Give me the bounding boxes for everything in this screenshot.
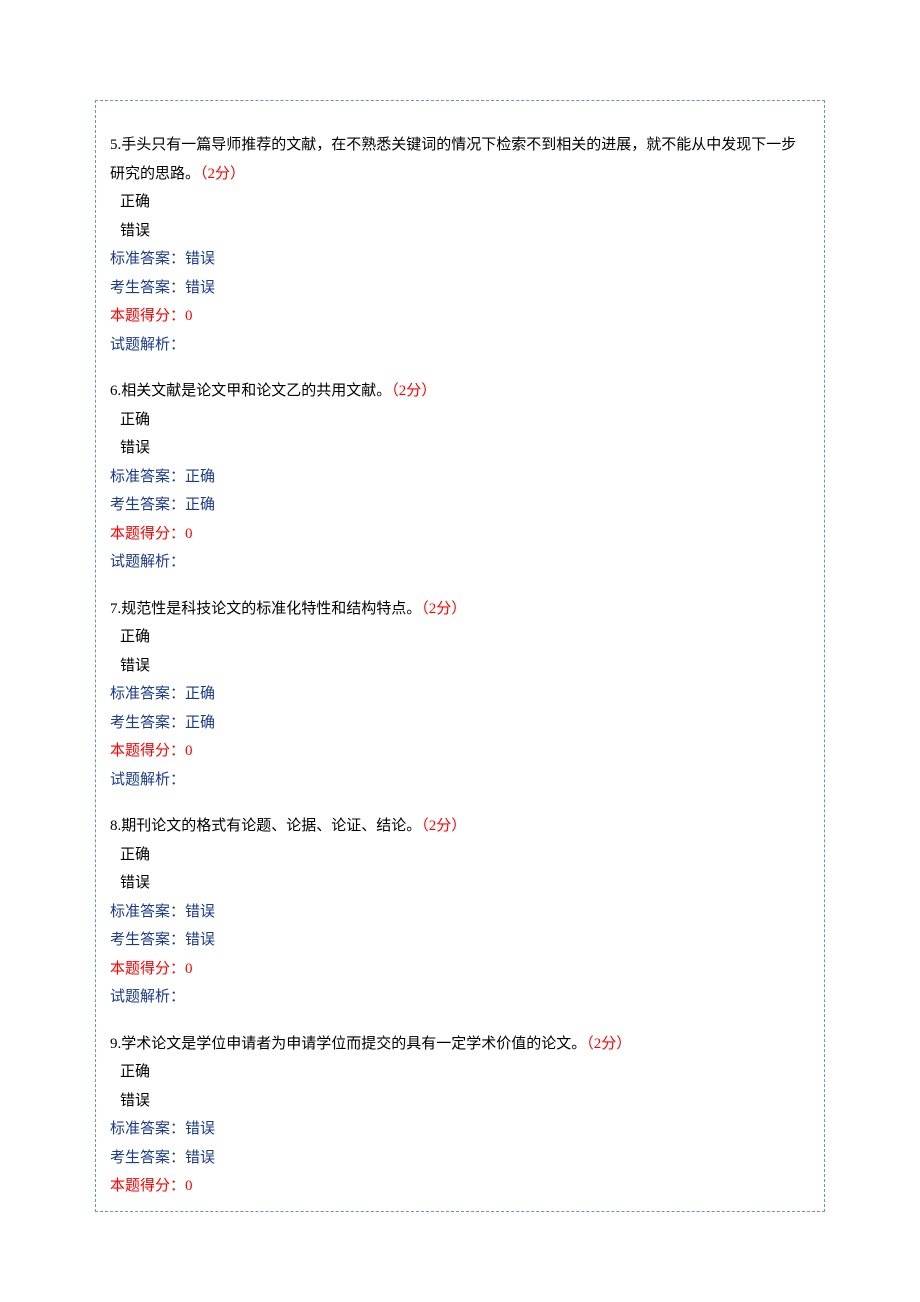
student-answer-value: 正确	[185, 715, 215, 731]
student-answer-line: 考生答案：错误	[110, 274, 810, 303]
question-points: （2分）	[421, 601, 466, 617]
analysis-label: 试题解析：	[110, 337, 185, 353]
analysis-label: 试题解析：	[110, 554, 185, 570]
student-answer-value: 正确	[185, 497, 215, 513]
student-answer-label: 考生答案：	[110, 715, 185, 731]
analysis-label: 试题解析：	[110, 772, 185, 788]
standard-answer-value: 正确	[185, 686, 215, 702]
question-block-7: 7.规范性是科技论文的标准化特性和结构特点。（2分） 正确 错误 标准答案：正确…	[110, 595, 810, 795]
student-answer-label: 考生答案：	[110, 1150, 185, 1166]
question-number: 9.	[110, 1036, 121, 1052]
question-text: 5.手头只有一篇导师推荐的文献，在不熟悉关键词的情况下检索不到相关的进展，就不能…	[110, 131, 810, 188]
analysis-label: 试题解析：	[110, 989, 185, 1005]
score-value: 0	[185, 1178, 193, 1194]
analysis-line: 试题解析：	[110, 983, 810, 1012]
score-value: 0	[185, 961, 193, 977]
student-answer-label: 考生答案：	[110, 280, 185, 296]
student-answer-value: 错误	[185, 280, 215, 296]
question-number: 5.	[110, 137, 121, 153]
standard-answer-label: 标准答案：	[110, 686, 185, 702]
question-number: 7.	[110, 601, 121, 617]
student-answer-line: 考生答案：错误	[110, 1144, 810, 1173]
analysis-line: 试题解析：	[110, 548, 810, 577]
question-block-8: 8.期刊论文的格式有论题、论据、论证、结论。（2分） 正确 错误 标准答案：错误…	[110, 812, 810, 1012]
student-answer-line: 考生答案：正确	[110, 709, 810, 738]
option-correct: 正确	[110, 406, 810, 435]
score-line: 本题得分：0	[110, 737, 810, 766]
student-answer-value: 错误	[185, 932, 215, 948]
question-points: （2分）	[391, 383, 436, 399]
standard-answer-line: 标准答案：错误	[110, 1115, 810, 1144]
score-label: 本题得分：	[110, 1178, 185, 1194]
student-answer-line: 考生答案：正确	[110, 491, 810, 520]
option-incorrect: 错误	[110, 217, 810, 246]
standard-answer-line: 标准答案：错误	[110, 245, 810, 274]
standard-answer-label: 标准答案：	[110, 1121, 185, 1137]
question-number: 6.	[110, 383, 121, 399]
student-answer-value: 错误	[185, 1150, 215, 1166]
score-label: 本题得分：	[110, 526, 185, 542]
score-line: 本题得分：0	[110, 1172, 810, 1201]
option-correct: 正确	[110, 1058, 810, 1087]
question-body: 学术论文是学位申请者为申请学位而提交的具有一定学术价值的论文。	[121, 1036, 586, 1052]
question-body: 规范性是科技论文的标准化特性和结构特点。	[121, 601, 421, 617]
standard-answer-line: 标准答案：正确	[110, 463, 810, 492]
question-text: 8.期刊论文的格式有论题、论据、论证、结论。（2分）	[110, 812, 810, 841]
question-body: 期刊论文的格式有论题、论据、论证、结论。	[121, 818, 421, 834]
score-label: 本题得分：	[110, 308, 185, 324]
exam-container: 5.手头只有一篇导师推荐的文献，在不熟悉关键词的情况下检索不到相关的进展，就不能…	[95, 100, 825, 1212]
standard-answer-label: 标准答案：	[110, 251, 185, 267]
score-label: 本题得分：	[110, 743, 185, 759]
analysis-line: 试题解析：	[110, 766, 810, 795]
analysis-line: 试题解析：	[110, 331, 810, 360]
option-correct: 正确	[110, 188, 810, 217]
question-number: 8.	[110, 818, 121, 834]
question-text: 7.规范性是科技论文的标准化特性和结构特点。（2分）	[110, 595, 810, 624]
option-incorrect: 错误	[110, 434, 810, 463]
score-value: 0	[185, 308, 193, 324]
question-block-6: 6.相关文献是论文甲和论文乙的共用文献。（2分） 正确 错误 标准答案：正确 考…	[110, 377, 810, 577]
question-text: 9.学术论文是学位申请者为申请学位而提交的具有一定学术价值的论文。（2分）	[110, 1030, 810, 1059]
standard-answer-value: 错误	[185, 1121, 215, 1137]
standard-answer-value: 错误	[185, 904, 215, 920]
student-answer-label: 考生答案：	[110, 497, 185, 513]
standard-answer-label: 标准答案：	[110, 904, 185, 920]
question-points: （2分）	[200, 166, 245, 182]
score-label: 本题得分：	[110, 961, 185, 977]
option-correct: 正确	[110, 841, 810, 870]
score-line: 本题得分：0	[110, 955, 810, 984]
question-body: 相关文献是论文甲和论文乙的共用文献。	[121, 383, 391, 399]
score-line: 本题得分：0	[110, 520, 810, 549]
question-block-9: 9.学术论文是学位申请者为申请学位而提交的具有一定学术价值的论文。（2分） 正确…	[110, 1030, 810, 1201]
question-block-5: 5.手头只有一篇导师推荐的文献，在不熟悉关键词的情况下检索不到相关的进展，就不能…	[110, 131, 810, 359]
question-points: （2分）	[586, 1036, 631, 1052]
standard-answer-label: 标准答案：	[110, 469, 185, 485]
question-text: 6.相关文献是论文甲和论文乙的共用文献。（2分）	[110, 377, 810, 406]
option-correct: 正确	[110, 623, 810, 652]
option-incorrect: 错误	[110, 869, 810, 898]
standard-answer-value: 正确	[185, 469, 215, 485]
standard-answer-value: 错误	[185, 251, 215, 267]
standard-answer-line: 标准答案：正确	[110, 680, 810, 709]
question-points: （2分）	[421, 818, 466, 834]
score-line: 本题得分：0	[110, 302, 810, 331]
score-value: 0	[185, 743, 193, 759]
student-answer-line: 考生答案：错误	[110, 926, 810, 955]
option-incorrect: 错误	[110, 1087, 810, 1116]
option-incorrect: 错误	[110, 652, 810, 681]
score-value: 0	[185, 526, 193, 542]
student-answer-label: 考生答案：	[110, 932, 185, 948]
standard-answer-line: 标准答案：错误	[110, 898, 810, 927]
